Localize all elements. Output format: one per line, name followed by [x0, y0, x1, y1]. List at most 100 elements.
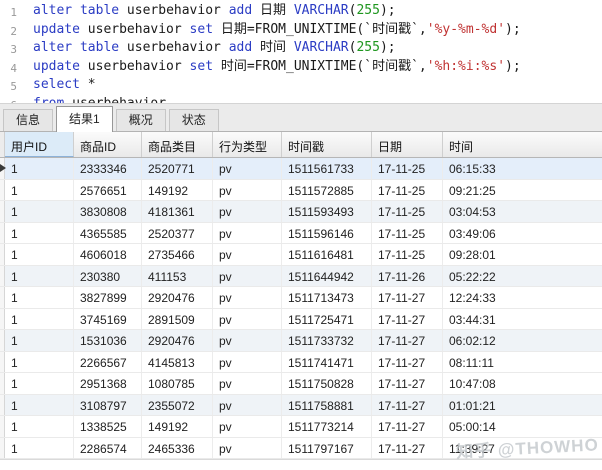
- cell[interactable]: pv: [213, 373, 282, 394]
- row-selector[interactable]: [0, 244, 5, 265]
- row-selector[interactable]: [0, 416, 5, 437]
- cell[interactable]: 09:28:01: [443, 244, 602, 265]
- row-selector[interactable]: [0, 266, 5, 287]
- cell[interactable]: 411153: [142, 266, 213, 287]
- cell[interactable]: 2520377: [142, 223, 213, 244]
- cell[interactable]: 09:21:25: [443, 180, 602, 201]
- cell[interactable]: 1: [5, 352, 74, 373]
- cell[interactable]: 4145813: [142, 352, 213, 373]
- cell[interactable]: 06:15:33: [443, 158, 602, 179]
- cell[interactable]: 2576651: [74, 180, 142, 201]
- cell[interactable]: 1: [5, 438, 74, 459]
- cell[interactable]: 17-11-25: [372, 158, 443, 179]
- cell[interactable]: pv: [213, 395, 282, 416]
- row-selector[interactable]: [0, 438, 5, 459]
- column-header-4[interactable]: 行为类型: [213, 132, 282, 157]
- cell[interactable]: 230380: [74, 266, 142, 287]
- cell[interactable]: 1531036: [74, 330, 142, 351]
- cell[interactable]: 01:01:21: [443, 395, 602, 416]
- cell[interactable]: 2891509: [142, 309, 213, 330]
- cell[interactable]: 10:47:08: [443, 373, 602, 394]
- cell[interactable]: pv: [213, 352, 282, 373]
- row-selector[interactable]: [0, 309, 5, 330]
- row-selector[interactable]: [0, 373, 5, 394]
- cell[interactable]: 2520771: [142, 158, 213, 179]
- tab-result1[interactable]: 结果1: [56, 106, 113, 132]
- cell[interactable]: 1511773214: [282, 416, 372, 437]
- column-header-7[interactable]: 时间: [443, 132, 602, 157]
- cell[interactable]: 17-11-25: [372, 223, 443, 244]
- row-selector[interactable]: [0, 158, 5, 179]
- cell[interactable]: 4181361: [142, 201, 213, 222]
- cell[interactable]: pv: [213, 158, 282, 179]
- cell[interactable]: 149192: [142, 416, 213, 437]
- cell[interactable]: 17-11-27: [372, 309, 443, 330]
- cell[interactable]: 17-11-25: [372, 244, 443, 265]
- row-selector[interactable]: [0, 330, 5, 351]
- cell[interactable]: 1511713473: [282, 287, 372, 308]
- cell[interactable]: 17-11-27: [372, 395, 443, 416]
- cell[interactable]: 1338525: [74, 416, 142, 437]
- cell[interactable]: pv: [213, 244, 282, 265]
- cell[interactable]: 1511797167: [282, 438, 372, 459]
- cell[interactable]: 2465336: [142, 438, 213, 459]
- cell[interactable]: 1511725471: [282, 309, 372, 330]
- cell[interactable]: 17-11-27: [372, 287, 443, 308]
- cell[interactable]: 1511750828: [282, 373, 372, 394]
- row-selector[interactable]: [0, 352, 5, 373]
- cell[interactable]: 2920476: [142, 330, 213, 351]
- cell[interactable]: 03:44:31: [443, 309, 602, 330]
- cell[interactable]: pv: [213, 309, 282, 330]
- cell[interactable]: 05:00:14: [443, 416, 602, 437]
- row-selector[interactable]: [0, 395, 5, 416]
- cell[interactable]: 1: [5, 309, 74, 330]
- cell[interactable]: 1511644942: [282, 266, 372, 287]
- cell[interactable]: 06:02:12: [443, 330, 602, 351]
- row-selector[interactable]: [0, 223, 5, 244]
- cell[interactable]: 1: [5, 266, 74, 287]
- cell[interactable]: 4365585: [74, 223, 142, 244]
- tab-status[interactable]: 状态: [169, 109, 219, 131]
- row-selector[interactable]: [0, 201, 5, 222]
- cell[interactable]: 2286574: [74, 438, 142, 459]
- cell[interactable]: 1: [5, 330, 74, 351]
- cell[interactable]: 1511616481: [282, 244, 372, 265]
- sql-editor[interactable]: 1alter table userbehavior add 日期 VARCHAR…: [0, 0, 602, 104]
- column-header-3[interactable]: 商品类目: [142, 132, 213, 157]
- cell[interactable]: 149192: [142, 180, 213, 201]
- cell[interactable]: 2735466: [142, 244, 213, 265]
- cell[interactable]: 1: [5, 373, 74, 394]
- cell[interactable]: 1: [5, 201, 74, 222]
- column-header-2[interactable]: 商品ID: [74, 132, 142, 157]
- cell[interactable]: 17-11-25: [372, 201, 443, 222]
- cell[interactable]: pv: [213, 180, 282, 201]
- cell[interactable]: 12:24:33: [443, 287, 602, 308]
- cell[interactable]: 05:22:22: [443, 266, 602, 287]
- row-selector[interactable]: [0, 287, 5, 308]
- column-header-5[interactable]: 时间戳: [282, 132, 372, 157]
- cell[interactable]: 1511596146: [282, 223, 372, 244]
- cell[interactable]: 17-11-27: [372, 330, 443, 351]
- cell[interactable]: 17-11-26: [372, 266, 443, 287]
- cell[interactable]: 1: [5, 395, 74, 416]
- cell[interactable]: 3745169: [74, 309, 142, 330]
- row-selector[interactable]: [0, 180, 5, 201]
- cell[interactable]: pv: [213, 266, 282, 287]
- tab-info[interactable]: 信息: [3, 109, 53, 131]
- cell[interactable]: pv: [213, 201, 282, 222]
- cell[interactable]: 03:04:53: [443, 201, 602, 222]
- cell[interactable]: 4606018: [74, 244, 142, 265]
- cell[interactable]: 17-11-25: [372, 180, 443, 201]
- cell[interactable]: pv: [213, 416, 282, 437]
- cell[interactable]: 2355072: [142, 395, 213, 416]
- cell[interactable]: 1511733732: [282, 330, 372, 351]
- cell[interactable]: 2266567: [74, 352, 142, 373]
- cell[interactable]: 2333346: [74, 158, 142, 179]
- cell[interactable]: pv: [213, 287, 282, 308]
- column-header-6[interactable]: 日期: [372, 132, 443, 157]
- cell[interactable]: pv: [213, 330, 282, 351]
- cell[interactable]: 3108797: [74, 395, 142, 416]
- cell[interactable]: 2920476: [142, 287, 213, 308]
- cell[interactable]: 11:39:27: [443, 438, 602, 459]
- cell[interactable]: 08:11:11: [443, 352, 602, 373]
